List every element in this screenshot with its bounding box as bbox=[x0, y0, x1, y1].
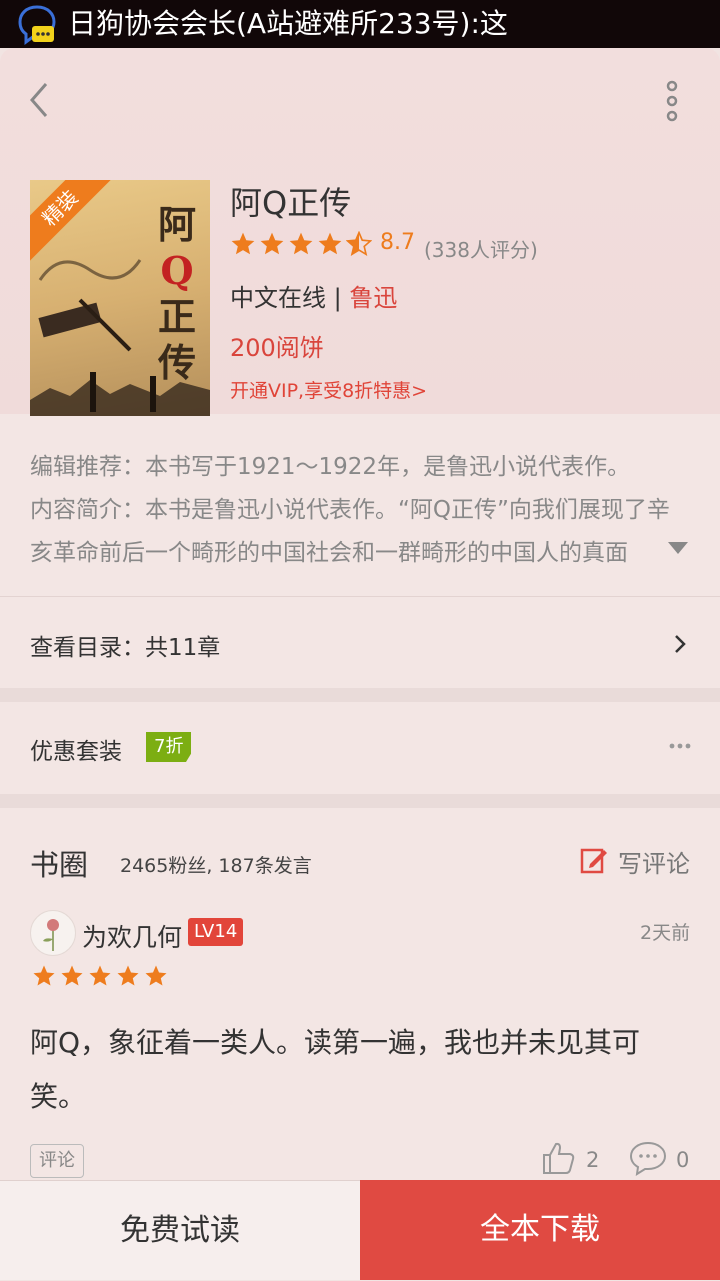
star-half-icon bbox=[346, 231, 372, 256]
book-circle-title: 书圈 bbox=[30, 848, 89, 882]
review-time: 2天前 bbox=[640, 922, 691, 944]
star-full-icon bbox=[318, 232, 342, 255]
star-full-icon bbox=[145, 965, 167, 986]
free-trial-button[interactable]: 免费试读 bbox=[0, 1180, 360, 1280]
star-full-icon bbox=[117, 965, 139, 986]
discount-bundle-row[interactable]: 优惠套装 7折 bbox=[0, 702, 720, 794]
star-full-icon bbox=[289, 232, 313, 255]
book-description[interactable]: 编辑推荐：本书写于1921～1922年，是鲁迅小说代表作。 内容简介：本书是鲁迅… bbox=[30, 446, 696, 575]
bundle-label: 优惠套装 bbox=[30, 739, 122, 765]
review-tag: 评论 bbox=[30, 1144, 84, 1178]
rating-count: (338人评分) bbox=[424, 238, 538, 262]
rating-value: 8.7 bbox=[380, 230, 415, 255]
cover-illustration bbox=[38, 259, 142, 352]
user-level-badge: LV14 bbox=[188, 918, 244, 946]
table-of-contents-row[interactable]: 查看目录：共11章 bbox=[0, 598, 720, 688]
comment-count: 0 bbox=[676, 1148, 690, 1172]
like-count: 2 bbox=[586, 1148, 600, 1172]
bottom-action-bar: 免费试读 全本下载 bbox=[0, 1180, 720, 1280]
edit-icon[interactable] bbox=[580, 846, 608, 874]
author-link[interactable]: 鲁迅 bbox=[349, 284, 397, 312]
star-full-icon bbox=[33, 965, 55, 986]
star-full-icon bbox=[89, 965, 111, 986]
rating-stars bbox=[230, 230, 375, 258]
back-button[interactable] bbox=[22, 78, 62, 122]
chat-bubble-icon bbox=[18, 5, 56, 45]
review-username[interactable]: 为欢几何 bbox=[82, 918, 182, 954]
book-detail-card: 精装 阿 Q 正 传 阿Q正传 8.7 (338人评分) 中文在线 | 鲁迅 2… bbox=[0, 48, 720, 1280]
summary-line: 亥革命前后一个畸形的中国社会和一群畸形的中国人的真面 bbox=[30, 540, 628, 566]
more-options-button[interactable] bbox=[656, 76, 688, 126]
thumbs-up-icon[interactable] bbox=[540, 1140, 576, 1176]
write-review-button[interactable]: 写评论 bbox=[618, 844, 690, 879]
comment-bubble-icon[interactable] bbox=[628, 1140, 668, 1176]
publisher-line: 中文在线 | 鲁迅 bbox=[230, 278, 397, 313]
book-title: 阿Q正传 bbox=[230, 184, 352, 222]
flower-avatar-icon bbox=[43, 919, 59, 951]
cover-char: Q bbox=[160, 248, 194, 293]
toc-label: 查看目录：共11章 bbox=[30, 635, 221, 661]
summary-line: 内容简介：本书是鲁迅小说代表作。“阿Q正传”向我们展现了辛 bbox=[30, 497, 670, 523]
publisher-name: 中文在线 bbox=[230, 284, 326, 312]
section-gap bbox=[0, 688, 720, 702]
full-download-button[interactable]: 全本下载 bbox=[360, 1180, 720, 1280]
publisher-separator: | bbox=[326, 284, 350, 312]
avatar[interactable] bbox=[30, 910, 76, 956]
vip-offer-link[interactable]: 开通VIP,享受8折特惠> bbox=[230, 376, 427, 403]
cover-char: 传 bbox=[157, 340, 196, 385]
chevron-right-icon bbox=[675, 635, 686, 653]
divider bbox=[0, 596, 720, 597]
book-price: 200阅饼 bbox=[230, 334, 324, 362]
cover-char: 正 bbox=[157, 294, 196, 339]
book-circle-stats: 2465粉丝, 187条发言 bbox=[120, 855, 312, 877]
cover-title: 阿 Q 正 传 bbox=[152, 202, 202, 386]
star-full-icon bbox=[61, 965, 83, 986]
review-stars bbox=[32, 964, 172, 988]
section-gap bbox=[0, 794, 720, 808]
cover-char: 阿 bbox=[157, 202, 196, 247]
expand-triangle-icon[interactable] bbox=[666, 540, 690, 556]
discount-badge: 7折 bbox=[146, 732, 192, 762]
review-text[interactable]: 阿Q，象征着一类人。读第一遍，我也并未见其可笑。 bbox=[30, 1016, 670, 1124]
editor-recommendation: 编辑推荐：本书写于1921～1922年，是鲁迅小说代表作。 bbox=[30, 454, 631, 480]
book-cover[interactable]: 精装 阿 Q 正 传 bbox=[30, 180, 210, 416]
star-full-icon bbox=[260, 232, 284, 255]
notification-text: 日狗协会会长(A站避难所233号):这 bbox=[68, 7, 508, 40]
status-bar: 日狗协会会长(A站避难所233号):这 bbox=[0, 0, 720, 48]
horizontal-dots-icon[interactable] bbox=[668, 742, 692, 750]
star-full-icon bbox=[231, 232, 255, 255]
